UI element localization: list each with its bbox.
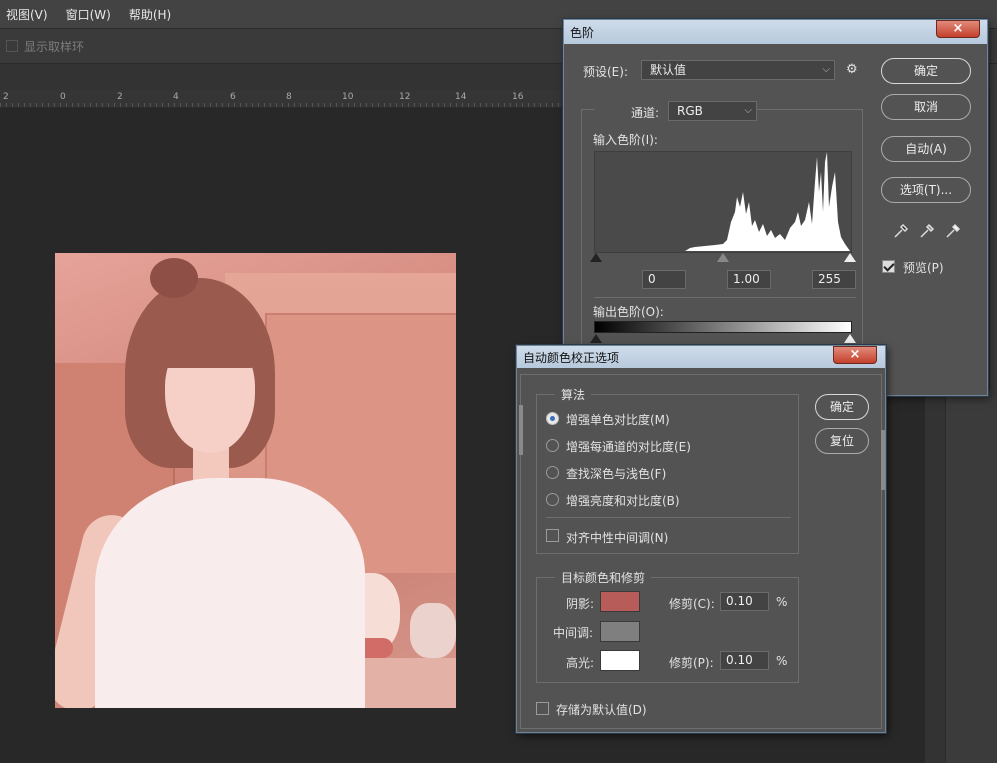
right-edge-accent	[881, 430, 885, 490]
channel-select[interactable]: RGB ⌵	[668, 101, 757, 121]
menu-help[interactable]: 帮助(H)	[129, 6, 171, 23]
snap-neutral-label[interactable]: 对齐中性中间调(N)	[566, 529, 668, 546]
auto-options-ok-button[interactable]: 确定	[815, 394, 869, 420]
algorithm-radio-brightness-contrast[interactable]	[546, 493, 559, 506]
histogram	[594, 151, 852, 253]
preview-checkbox[interactable]	[882, 260, 895, 273]
channel-label: 通道:	[631, 106, 660, 120]
output-white-slider[interactable]	[844, 334, 856, 343]
input-white-slider[interactable]	[844, 253, 856, 262]
auto-options-title: 自动颜色校正选项	[523, 351, 620, 365]
algorithm-radio-dark-light[interactable]	[546, 466, 559, 479]
chevron-down-icon: ⌵	[822, 64, 830, 75]
left-edge-accent	[519, 405, 523, 455]
preset-select[interactable]: 默认值 ⌵	[641, 60, 835, 80]
save-default-label[interactable]: 存储为默认值(D)	[556, 701, 647, 718]
midtones-color-swatch[interactable]	[600, 621, 640, 642]
snap-neutral-checkbox[interactable]	[546, 529, 559, 542]
ruler-tick-label: 12	[399, 92, 411, 102]
ruler-tick-label: 4	[173, 92, 179, 102]
shadows-color-swatch[interactable]	[600, 591, 640, 612]
ruler-tick-label: 8	[286, 92, 292, 102]
ruler-tick-label: 16	[512, 92, 524, 102]
chevron-down-icon: ⌵	[744, 105, 752, 116]
algorithm-divider	[546, 517, 791, 518]
channel-value: RGB	[677, 104, 703, 118]
algorithm-label-monochromatic[interactable]: 增强单色对比度(M)	[566, 411, 670, 428]
levels-title: 色阶	[570, 26, 595, 40]
clip-highlight-percent: %	[776, 654, 788, 668]
algorithm-label-dark-light[interactable]: 查找深色与浅色(F)	[566, 465, 666, 482]
input-black-field[interactable]: 0	[642, 270, 686, 289]
ruler-tick-label: 14	[455, 92, 467, 102]
gray-eyedropper-icon[interactable]	[918, 222, 936, 240]
algorithm-label-per-channel[interactable]: 增强每通道的对比度(E)	[566, 438, 691, 455]
auto-options-titlebar[interactable]: 自动颜色校正选项	[517, 346, 885, 368]
input-levels-label: 输入色阶(I):	[593, 133, 658, 147]
algorithm-title: 算法	[555, 386, 592, 403]
input-white-field[interactable]: 255	[812, 270, 856, 289]
target-colors-title: 目标颜色和修剪	[555, 569, 652, 586]
preset-value: 默认值	[650, 63, 687, 77]
midtones-label: 中间调:	[553, 626, 594, 640]
panel-dock	[945, 390, 997, 763]
shadows-label: 阴影:	[566, 597, 595, 611]
highlights-color-swatch[interactable]	[600, 650, 640, 671]
input-black-slider[interactable]	[590, 253, 602, 262]
clip-shadow-label: 修剪(C):	[669, 597, 715, 611]
ruler-tick-label: 0	[60, 92, 66, 102]
histogram-graph	[685, 152, 850, 251]
save-default-checkbox[interactable]	[536, 702, 549, 715]
ruler-tick-label: 2	[3, 92, 9, 102]
highlights-label: 高光:	[566, 656, 595, 670]
output-black-slider[interactable]	[590, 334, 602, 343]
panel-dock-strip	[990, 64, 997, 390]
panel-dock-collapsed	[925, 390, 945, 763]
auto-options-close-button[interactable]: ×	[833, 346, 877, 364]
menu-window[interactable]: 窗口(W)	[66, 6, 111, 23]
levels-ok-button[interactable]: 确定	[881, 58, 971, 84]
sample-ring-checkbox[interactable]	[6, 40, 18, 52]
horizontal-ruler: 2 0 2 4 6 8 10 12 14 16	[0, 90, 570, 108]
clip-highlight-field[interactable]: 0.10	[720, 651, 769, 670]
preview-label: 预览(P)	[903, 261, 944, 275]
levels-divider	[594, 297, 856, 298]
white-eyedropper-icon[interactable]	[944, 222, 962, 240]
sample-ring-label: 显示取样环	[24, 39, 85, 54]
preset-label: 预设(E):	[583, 65, 628, 79]
levels-close-button[interactable]: ×	[936, 20, 980, 38]
levels-titlebar[interactable]: 色阶	[564, 20, 987, 44]
auto-options-body: 算法 增强单色对比度(M) 增强每通道的对比度(E) 查找深色与浅色(F) 增强…	[519, 374, 885, 729]
clip-shadow-field[interactable]: 0.10	[720, 592, 769, 611]
menu-view[interactable]: 视图(V)	[6, 6, 48, 23]
document-photo[interactable]	[55, 253, 456, 708]
algorithm-radio-monochromatic[interactable]	[546, 412, 559, 425]
clip-shadow-percent: %	[776, 595, 788, 609]
algorithm-radio-per-channel[interactable]	[546, 439, 559, 452]
levels-options-button[interactable]: 选项(T)...	[881, 177, 971, 203]
auto-options-reset-button[interactable]: 复位	[815, 428, 869, 454]
input-gamma-field[interactable]: 1.00	[727, 270, 771, 289]
output-gradient-bar	[594, 321, 852, 333]
output-levels-label: 输出色阶(O):	[593, 305, 664, 319]
levels-cancel-button[interactable]: 取消	[881, 94, 971, 120]
input-gamma-slider[interactable]	[717, 253, 729, 262]
black-eyedropper-icon[interactable]	[892, 222, 910, 240]
levels-dialog: 色阶 × 预设(E): 默认值 ⌵ ⚙ 通道: RGB ⌵ 输入色阶(I): 0…	[563, 19, 988, 396]
algorithm-label-brightness-contrast[interactable]: 增强亮度和对比度(B)	[566, 492, 680, 509]
ruler-tick-label: 6	[230, 92, 236, 102]
auto-color-options-dialog: 自动颜色校正选项 × 算法 增强单色对比度(M) 增强每通道的对比度(E) 查找…	[516, 345, 886, 733]
gear-icon[interactable]: ⚙	[846, 62, 858, 77]
levels-auto-button[interactable]: 自动(A)	[881, 136, 971, 162]
clip-highlight-label: 修剪(P):	[669, 656, 714, 670]
ruler-tick-label: 2	[117, 92, 123, 102]
ruler-tick-label: 10	[342, 92, 354, 102]
